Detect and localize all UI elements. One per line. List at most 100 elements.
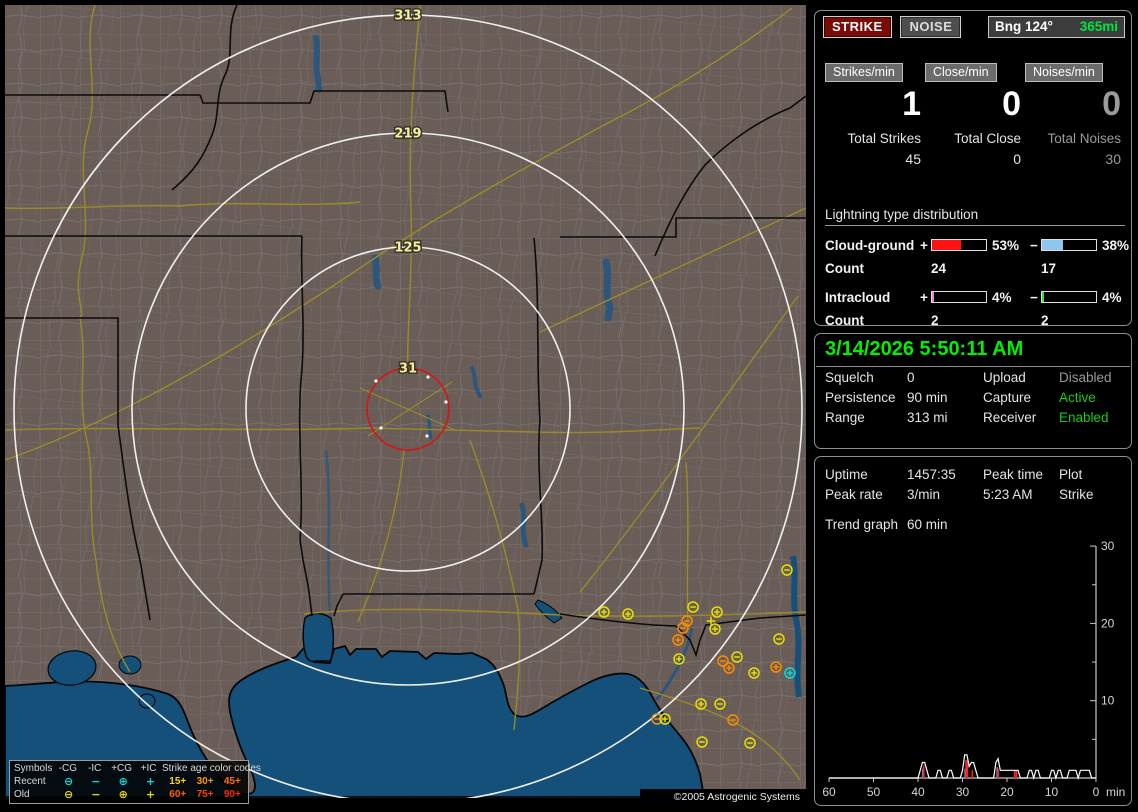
ic-plus-pct: 4% xyxy=(992,289,1012,305)
ic-minus-count: 2 xyxy=(1041,312,1049,328)
lake xyxy=(138,693,156,709)
trend-x-tick: 50 xyxy=(867,785,881,799)
upload-value: Disabled xyxy=(1059,369,1112,385)
close-rate-value: 0 xyxy=(1002,85,1021,123)
river xyxy=(519,502,529,548)
legend-age-title: Strike age color codes xyxy=(161,763,261,774)
legend-strike-glyph: + xyxy=(145,788,156,801)
noises-per-min-chip: Noises/min xyxy=(1025,63,1103,82)
range-label: Range xyxy=(825,409,865,425)
receiver-label: Receiver xyxy=(983,409,1037,425)
strike-dot xyxy=(426,375,430,379)
capture-label: Capture xyxy=(983,389,1032,405)
capture-value: Active xyxy=(1059,389,1096,405)
trend-graph-row: Trend graph 60 min xyxy=(815,514,1131,534)
status-row: Squelch 0 Upload Disabled xyxy=(815,367,1131,387)
persistence-label: Persistence xyxy=(825,389,896,405)
peak-rate-label: Peak rate xyxy=(825,486,883,502)
legend-age-code: 60+ xyxy=(169,789,187,800)
trend-x-tick: 30 xyxy=(956,785,970,799)
intracloud-count-row: Count 2 2 xyxy=(825,308,1125,332)
persistence-value: 90 min xyxy=(907,389,948,405)
strikes-per-min-chip: Strikes/min xyxy=(825,63,903,82)
legend-strike-glyph: ⊖ xyxy=(63,775,74,788)
stats-row: Uptime 1457:35 Peak time Plot xyxy=(815,464,1131,484)
stats-row: Peak rate 3/min 5:23 AM Strike xyxy=(815,484,1131,504)
legend-strike-glyph: ⊖ xyxy=(63,788,74,801)
legend-row-label: Recent xyxy=(14,776,46,787)
intracloud-row: Intracloud + 4% − 4% xyxy=(825,286,1125,308)
uptime-label: Uptime xyxy=(825,466,868,482)
legend-col-header: -IC xyxy=(88,763,102,774)
legend-symbols-header: Symbols xyxy=(14,763,53,774)
counters-panel: STRIKE NOISE Bng 124° 365mi Strikes/min … xyxy=(814,10,1132,328)
ring-distance-label: 219 xyxy=(394,127,421,142)
plus-sign: + xyxy=(920,237,928,253)
total-strikes-label: Total Strikes xyxy=(847,131,921,146)
range-value: 313 mi xyxy=(907,409,948,425)
trend-axes xyxy=(829,546,1097,779)
cloud-ground-count-row: Count 24 17 xyxy=(825,256,1125,280)
total-strikes-value: 45 xyxy=(905,151,921,167)
cg-minus-bar xyxy=(1041,239,1097,251)
total-noises-label: Total Noises xyxy=(1047,131,1121,146)
legend-row-label: Old xyxy=(14,789,30,800)
legend-age-code: 30+ xyxy=(196,776,214,787)
cg-plus-bar xyxy=(931,239,987,251)
trend-x-tick: 20 xyxy=(1000,785,1014,799)
total-close-value: 0 xyxy=(1013,151,1021,167)
copyright-bar: ©2005 Astrogenic Systems xyxy=(640,789,806,806)
distribution-title: Lightning type distribution xyxy=(825,207,1125,226)
plus-sign: + xyxy=(920,289,928,305)
datetime-display: 3/14/2026 5:50:11 AM xyxy=(816,334,1130,367)
legend-strike-glyph: + xyxy=(145,775,156,788)
legend-strike-glyph: − xyxy=(91,775,101,788)
mobile-bay xyxy=(302,612,335,663)
noises-column: Noises/min 0 Total Noises 30 xyxy=(1025,63,1121,167)
total-close-label: Total Close xyxy=(954,131,1021,146)
legend-age-code: 15+ xyxy=(169,776,187,787)
peak-time-label: Peak time xyxy=(983,466,1044,482)
ring-distance-label: 313 xyxy=(394,9,421,24)
lightning-distribution: Lightning type distribution Cloud-ground… xyxy=(825,207,1129,332)
ic-minus-pct: 4% xyxy=(1102,289,1122,305)
trend-y-tick: 10 xyxy=(1101,694,1115,708)
strikes-column: Strikes/min 1 Total Strikes 45 xyxy=(825,63,921,167)
map-canvas: 313 219 125 31 xyxy=(5,5,806,798)
close-per-min-chip: Close/min xyxy=(925,63,997,82)
legend-col-header: +IC xyxy=(140,763,157,774)
minus-sign: − xyxy=(1030,237,1038,253)
legend-strike-glyph: − xyxy=(91,788,101,801)
plot-value: Strike xyxy=(1059,486,1094,502)
count-label: Count xyxy=(825,312,864,328)
ic-plus-bar xyxy=(931,291,987,303)
trend-graph-label: Trend graph xyxy=(825,516,899,532)
plot-label: Plot xyxy=(1059,466,1083,482)
stats-panel: Uptime 1457:35 Peak time Plot Peak rate … xyxy=(814,456,1132,806)
map-legend: Symbols -CG -IC +CG +IC Strike age color code… xyxy=(9,760,261,804)
strike-mode-button[interactable]: STRIKE xyxy=(823,16,892,38)
lake xyxy=(602,258,614,322)
noise-mode-button[interactable]: NOISE xyxy=(900,16,962,38)
minus-sign: − xyxy=(1030,289,1038,305)
bearing-value: Bng 124° xyxy=(995,19,1053,34)
close-column: Close/min 0 Total Close 0 xyxy=(925,63,1021,167)
trend-x-tick: 40 xyxy=(911,785,925,799)
status-panel: 3/14/2026 5:50:11 AM Squelch 0 Upload Di… xyxy=(814,333,1132,449)
strike-dot xyxy=(425,434,429,438)
legend-col-header: -CG xyxy=(58,763,77,774)
cg-minus-count: 17 xyxy=(1041,260,1057,276)
count-label: Count xyxy=(825,260,864,276)
lake xyxy=(313,35,322,93)
strike-dot xyxy=(374,379,378,383)
legend-age-code: 75+ xyxy=(196,789,214,800)
uptime-value: 1457:35 xyxy=(907,466,956,482)
legend-strike-glyph: ⊕ xyxy=(118,775,128,788)
trend-y-tick: 30 xyxy=(1101,539,1115,553)
cg-plus-pct: 53% xyxy=(992,237,1020,253)
lightning-map[interactable]: 313 219 125 31 xyxy=(5,5,806,798)
app-window: 313 219 125 31 Symbols -CG -IC +CG +IC Strike ag… xyxy=(0,0,1138,812)
squelch-value: 0 xyxy=(907,369,915,385)
lake xyxy=(371,254,382,290)
legend-age-code: 90+ xyxy=(223,789,241,800)
